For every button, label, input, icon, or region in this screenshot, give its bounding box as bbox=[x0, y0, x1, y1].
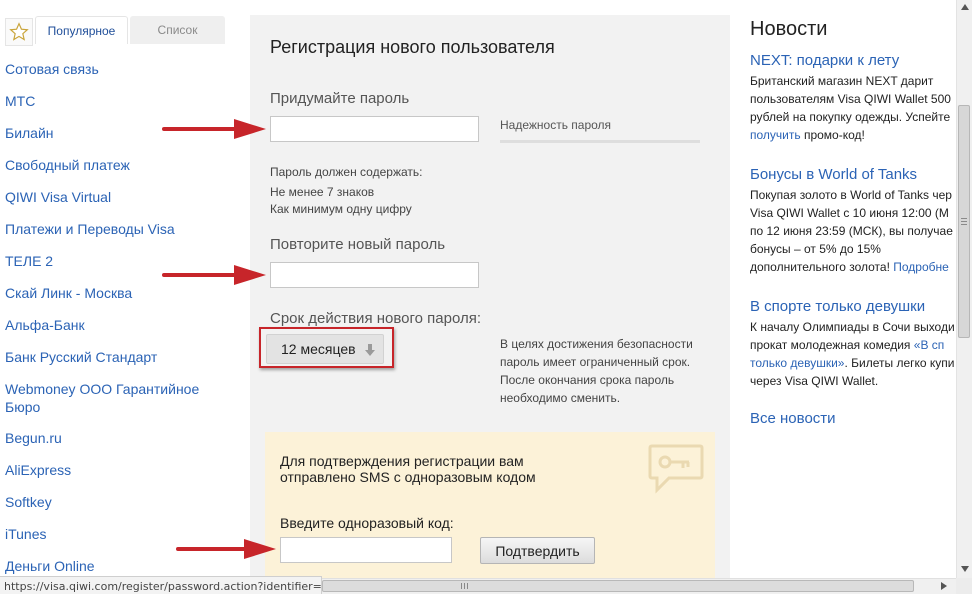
password-label: Придумайте пароль bbox=[270, 90, 410, 107]
news-item-2-more-link[interactable]: Подробне bbox=[893, 260, 949, 274]
scroll-grip bbox=[961, 221, 967, 222]
password-strength-label: Надежность пароля bbox=[500, 118, 612, 132]
scroll-up-icon[interactable] bbox=[961, 4, 969, 10]
news-item-3-text: К началу Олимпиады в Сочи выходи прокат … bbox=[750, 318, 955, 390]
confirm-button[interactable]: Подтвердить bbox=[480, 537, 595, 564]
scroll-down-icon[interactable] bbox=[961, 566, 969, 572]
password-rules-title: Пароль должен содержать: bbox=[270, 165, 423, 179]
news-item-1-line: рублей на покупку одежды. Успейте bbox=[750, 110, 951, 124]
news-item-1-line: Британский магазин NEXT дарит bbox=[750, 74, 934, 88]
scroll-grip bbox=[961, 218, 967, 219]
news-item-3-text-part: . Билеты легко купи bbox=[844, 356, 955, 370]
news-item-2-title[interactable]: Бонусы в World of Tanks bbox=[750, 166, 917, 183]
news-item-1-text: Британский магазин NEXT дарит пользовате… bbox=[750, 72, 955, 144]
news-item-3-text-part: прокат молодежная комедия bbox=[750, 338, 914, 352]
news-item-3-line: прокат молодежная комедия «В сп bbox=[750, 336, 955, 354]
password-rule-length: Не менее 7 знаков bbox=[270, 185, 375, 199]
password-input[interactable] bbox=[270, 116, 479, 142]
all-news-link[interactable]: Все новости bbox=[750, 410, 836, 427]
code-label: Введите одноразовый код: bbox=[280, 515, 454, 531]
annotation-arrow-password bbox=[162, 119, 266, 139]
sidebar-item-mobile[interactable]: Сотовая связь bbox=[5, 60, 235, 78]
expiry-label: Срок действия нового пароля: bbox=[270, 310, 482, 327]
sidebar-item-softkey[interactable]: Softkey bbox=[5, 493, 235, 511]
page-title: Регистрация нового пользователя bbox=[270, 37, 555, 57]
tab-list[interactable]: Список bbox=[130, 16, 225, 44]
news-item-2-line: по 12 июня 23:59 (МСК), вы получае bbox=[750, 224, 953, 238]
sidebar-item-alfa-bank[interactable]: Альфа-Банк bbox=[5, 316, 235, 334]
sms-message-line-1: Для подтверждения регистрации вам bbox=[280, 453, 524, 469]
scroll-right-icon[interactable] bbox=[941, 582, 947, 590]
news-item-2-line: дополнительного золота! Подробне bbox=[750, 258, 955, 276]
news-item-2-line: Покупая золото в World of Tanks чер bbox=[750, 188, 952, 202]
sidebar-item-visa-transfers[interactable]: Платежи и Переводы Visa bbox=[5, 220, 235, 238]
repeat-password-input[interactable] bbox=[270, 262, 479, 288]
expiry-hint-line-4: необходимо сменить. bbox=[500, 391, 621, 405]
favorites-star-icon[interactable] bbox=[5, 18, 33, 46]
scroll-grip bbox=[467, 583, 468, 589]
news-item-1-line: получить промо-код! bbox=[750, 126, 955, 144]
scroll-grip bbox=[464, 583, 465, 589]
news-item-1-link[interactable]: получить bbox=[750, 128, 801, 142]
annotation-arrow-code bbox=[176, 539, 276, 559]
scroll-grip bbox=[961, 224, 967, 225]
tab-popular[interactable]: Популярное bbox=[35, 16, 128, 44]
news-item-2-text: Покупая золото в World of Tanks чер Visa… bbox=[750, 186, 955, 276]
sidebar-item-begun[interactable]: Begun.ru bbox=[5, 429, 235, 447]
news-item-3-line: только девушки». Билеты легко купи bbox=[750, 354, 955, 372]
sidebar-item-russian-standard[interactable]: Банк Русский Стандарт bbox=[5, 348, 235, 366]
news-heading: Новости bbox=[750, 18, 828, 40]
news-item-2-last-text: дополнительного золота! bbox=[750, 260, 894, 274]
annotation-arrow-repeat-password bbox=[162, 265, 266, 285]
status-bar-url: https://visa.qiwi.com/register/password.… bbox=[0, 576, 322, 594]
sidebar-item-aliexpress[interactable]: AliExpress bbox=[5, 461, 235, 479]
news-item-1-tail: промо-код! bbox=[800, 128, 865, 142]
code-input[interactable] bbox=[280, 537, 452, 563]
annotation-highlight-frame bbox=[259, 327, 394, 368]
news-item-3-movie-link-cont[interactable]: только девушки» bbox=[750, 356, 844, 370]
expiry-hint-line-3: После окончания срока пароль bbox=[500, 373, 675, 387]
scroll-grip bbox=[461, 583, 462, 589]
news-item-2-line: Visa QIWI Wallet с 10 июня 12:00 (М bbox=[750, 206, 949, 220]
news-item-3-line: К началу Олимпиады в Сочи выходи bbox=[750, 320, 955, 334]
sidebar-item-free-payment[interactable]: Свободный платеж bbox=[5, 156, 235, 174]
news-item-3-line: через Visa QIWI Wallet. bbox=[750, 374, 879, 388]
news-item-2-line: бонусы – от 5% до 15% bbox=[750, 242, 881, 256]
password-rule-digit: Как минимум одну цифру bbox=[270, 202, 412, 216]
sms-key-icon bbox=[647, 442, 705, 499]
password-strength-meter bbox=[500, 140, 700, 143]
scrollbar-corner bbox=[956, 578, 972, 594]
repeat-password-label: Повторите новый пароль bbox=[270, 236, 446, 253]
news-item-3-title[interactable]: В спорте только девушки bbox=[750, 298, 925, 315]
sms-message: Для подтверждения регистрации вам отправ… bbox=[280, 453, 536, 485]
news-item-3-movie-link[interactable]: «В сп bbox=[914, 338, 945, 352]
news-item-1-line: пользователям Visa QIWI Wallet 500 bbox=[750, 92, 951, 106]
expiry-hint-line-1: В целях достижения безопасности bbox=[500, 337, 693, 351]
sidebar-item-mts[interactable]: МТС bbox=[5, 92, 235, 110]
sidebar-item-qiwi-visa-virtual[interactable]: QIWI Visa Virtual bbox=[5, 188, 235, 206]
horizontal-scroll-thumb[interactable] bbox=[322, 580, 914, 592]
expiry-hint-line-2: пароль имеет ограниченный срок. bbox=[500, 355, 691, 369]
sidebar-item-skylink[interactable]: Скай Линк - Москва bbox=[5, 284, 235, 302]
sidebar-item-webmoney[interactable]: Webmoney ООО Гарантийное Бюро bbox=[5, 380, 230, 416]
news-item-1-title[interactable]: NEXT: подарки к лету bbox=[750, 52, 899, 69]
sms-message-line-2: отправлено SMS с одноразовым кодом bbox=[280, 469, 536, 485]
